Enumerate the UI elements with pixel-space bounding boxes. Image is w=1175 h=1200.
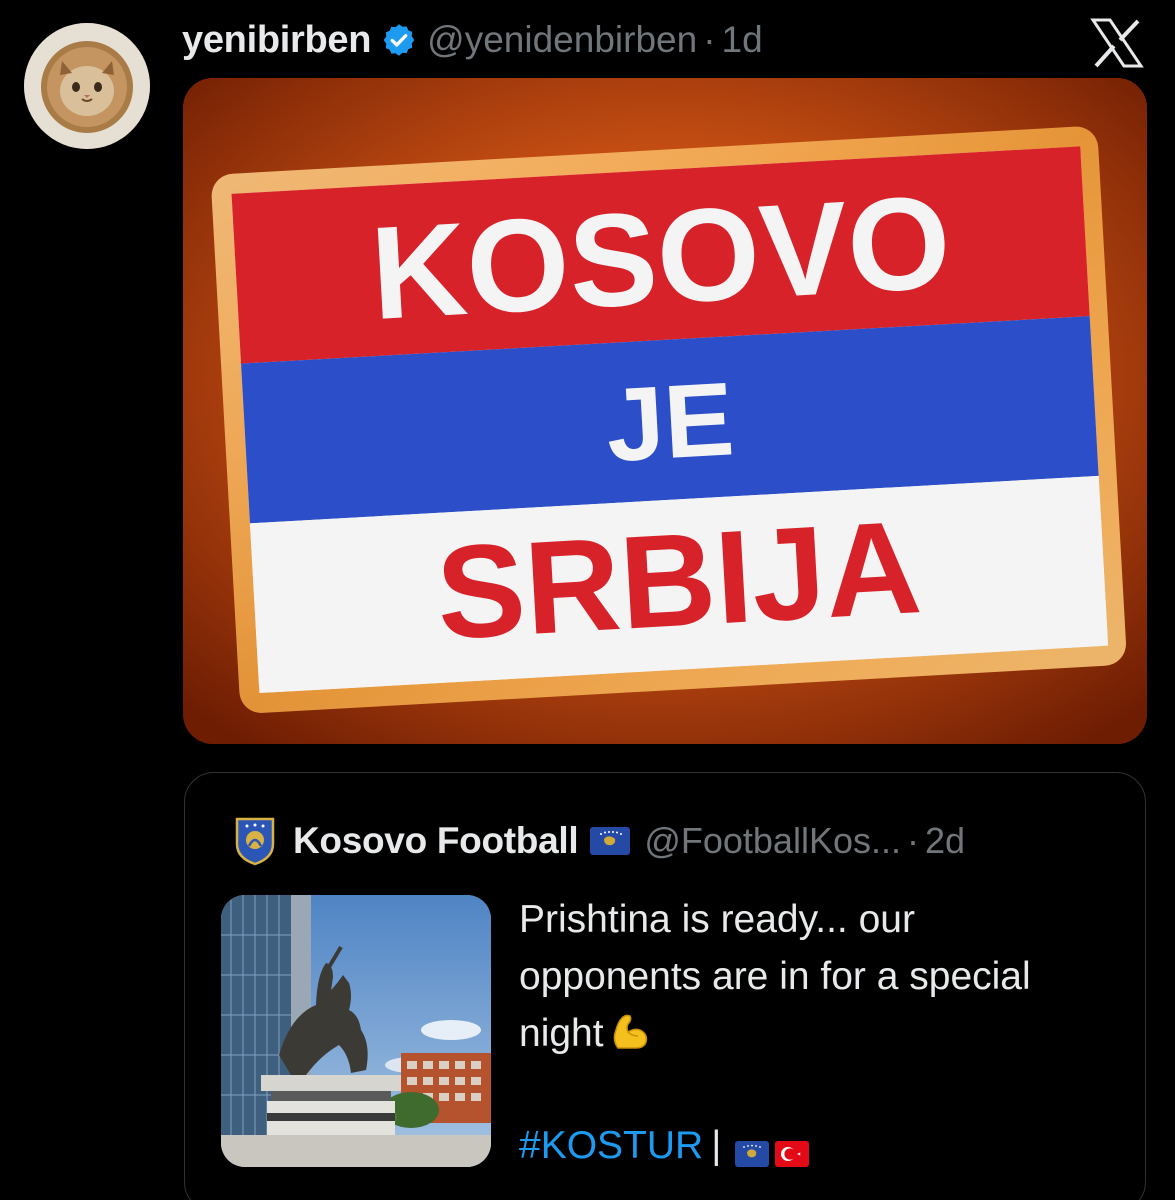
quote-text-line2: opponents are in for a special (519, 955, 1031, 998)
timestamp[interactable]: 1d (722, 19, 763, 61)
display-name[interactable]: yenibirben (182, 19, 371, 62)
handle[interactable]: @yenidenbirben (427, 19, 697, 61)
hashtag-separator: | (711, 1124, 722, 1167)
quote-handle[interactable]: @FootballKos... (644, 820, 901, 862)
tweet-page: yenibirben @yenidenbirben · 1d KOSOVO JE… (0, 0, 1175, 1200)
separator-dot: · (703, 19, 716, 60)
quote-display-name[interactable]: Kosovo Football (293, 820, 579, 862)
quote-separator-dot: · (907, 820, 919, 861)
quote-text: Prishtina is ready... our opponents are … (519, 891, 1129, 1062)
hashtag-line: #KOSTUR | (519, 1118, 810, 1174)
magnet-text-line2: JE (603, 361, 736, 484)
magnet-text-line3: SRBIJA (433, 493, 925, 667)
quote-text-line3: night (519, 1012, 604, 1055)
quote-thumbnail[interactable] (221, 895, 491, 1167)
avatar[interactable] (24, 23, 150, 149)
quote-header: Kosovo Football @FootballKos... · 2d (233, 815, 965, 867)
quote-text-line3-wrap: night (519, 1005, 1129, 1062)
hashtag-link[interactable]: #KOSTUR (519, 1124, 703, 1168)
verified-badge-icon (381, 22, 417, 58)
tweet-image[interactable]: KOSOVO JE SRBIJA (183, 78, 1147, 744)
tweet-header: yenibirben @yenidenbirben · 1d (182, 12, 763, 68)
turkey-flag-icon (775, 1133, 810, 1167)
quote-tweet[interactable]: Kosovo Football @FootballKos... · 2d Pri… (184, 772, 1146, 1200)
flexed-biceps-icon (608, 1010, 650, 1052)
kosovo-flag-icon (590, 827, 631, 855)
x-logo-icon[interactable] (1090, 18, 1144, 68)
quote-timestamp[interactable]: 2d (925, 820, 965, 862)
kosovo-flag-icon (735, 1133, 770, 1167)
quote-text-line1: Prishtina is ready... our (519, 898, 915, 941)
kosovo-football-crest-icon (233, 816, 277, 866)
